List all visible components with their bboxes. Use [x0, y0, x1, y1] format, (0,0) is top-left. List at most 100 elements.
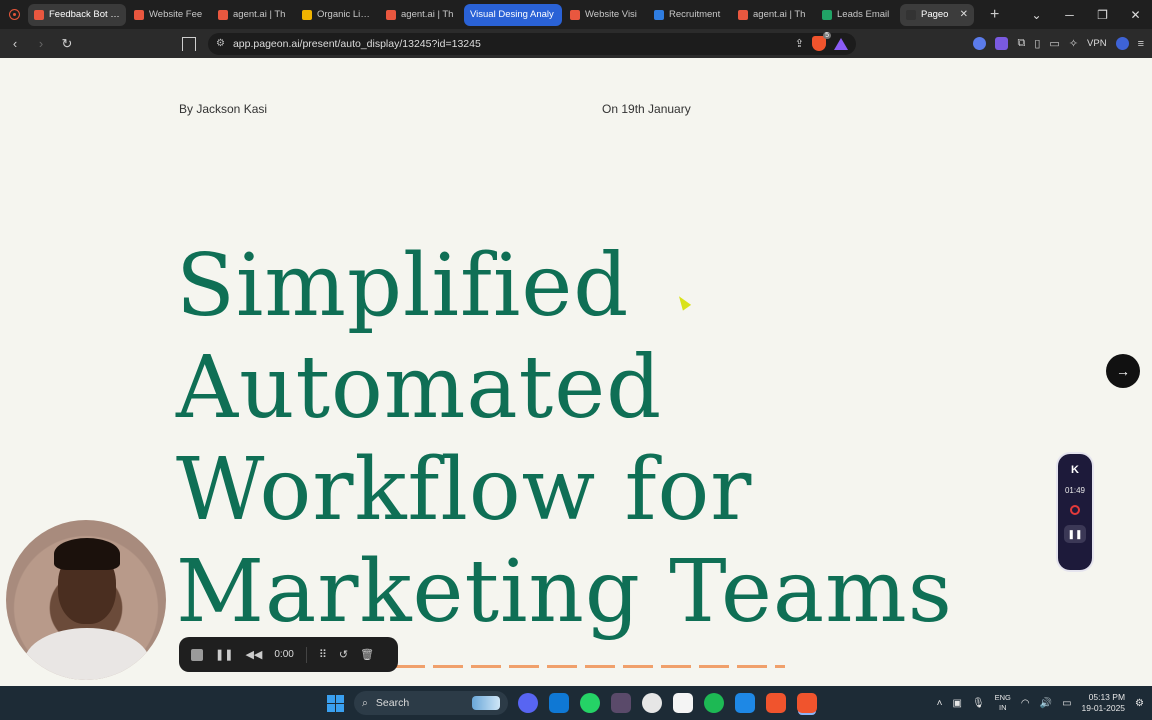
- brave-active-icon[interactable]: [797, 693, 817, 713]
- vpn-button[interactable]: VPN: [1087, 38, 1107, 49]
- rewind-button[interactable]: ◀◀: [245, 648, 262, 661]
- webcam-bubble[interactable]: [6, 520, 166, 680]
- browser-menu-icon[interactable]: [0, 0, 28, 29]
- search-highlight-icon: [472, 696, 500, 710]
- extension-2-icon[interactable]: [995, 37, 1009, 50]
- start-button[interactable]: [327, 694, 344, 712]
- reload-button[interactable]: ↻: [56, 36, 78, 52]
- tab-label: agent.ai | Th: [233, 9, 286, 20]
- tab-favicon-icon: [386, 9, 396, 20]
- leo-ai-icon[interactable]: ✧: [1069, 37, 1078, 50]
- tray-app-icon[interactable]: ▣: [952, 698, 961, 709]
- chatgpt-icon[interactable]: [642, 693, 662, 713]
- browser-tab[interactable]: Leads Email: [816, 4, 898, 26]
- address-bar[interactable]: ⚙ app.pageon.ai/present/auto_display/132…: [208, 32, 856, 55]
- tab-list-chevron-icon[interactable]: ⌄: [1020, 8, 1053, 22]
- browser-tab-strip: Feedback Bot (JSON Website Fee agent.ai | …: [0, 0, 1152, 29]
- shield-count-badge: 5: [823, 32, 831, 39]
- browser-menu-button[interactable]: ≡: [1138, 38, 1144, 50]
- browser-tab[interactable]: agent.ai | Th: [380, 4, 462, 26]
- search-label: Search: [375, 697, 410, 709]
- profile-avatar[interactable]: [1115, 37, 1129, 50]
- url-text: app.pageon.ai/present/auto_display/13245…: [232, 37, 481, 50]
- tab-label: Visual Desing Analy: [470, 9, 554, 20]
- back-button[interactable]: ‹: [4, 36, 26, 51]
- minimize-button[interactable]: ─: [1053, 8, 1086, 22]
- tab-label: agent.ai | Th: [753, 9, 806, 20]
- search-icon: ⌕: [362, 696, 368, 709]
- language-indicator[interactable]: ENG IN: [995, 693, 1011, 713]
- volume-icon[interactable]: 🔊: [1040, 698, 1052, 709]
- bookmark-icon[interactable]: [182, 36, 196, 51]
- microphone-icon[interactable]: 🎙: [972, 698, 985, 709]
- browser-tab[interactable]: Website Fee: [128, 4, 210, 26]
- browser-tab[interactable]: Recruitment: [648, 4, 730, 26]
- vscode-icon[interactable]: [735, 693, 755, 713]
- extensions-puzzle-icon[interactable]: ⧉: [1017, 37, 1025, 50]
- taskbar-clock[interactable]: 05:13 PM 19-01-2025: [1082, 692, 1125, 714]
- pause-button[interactable]: ❚❚: [215, 648, 233, 661]
- maximize-button[interactable]: ❐: [1086, 8, 1119, 22]
- forward-button[interactable]: ›: [30, 36, 52, 51]
- tab-label: Website Fee: [149, 9, 203, 20]
- wallet-icon[interactable]: ▭: [1049, 37, 1059, 50]
- recording-controls-bar: ❚❚ ◀◀ 0:00 ⠿ ↺ 🗑: [179, 637, 398, 672]
- recorder-timer: 01:49: [1064, 486, 1086, 495]
- pinned-apps: [518, 693, 817, 713]
- browser-tab[interactable]: Website Visi: [564, 4, 646, 26]
- brave-rewards-icon[interactable]: [834, 37, 848, 50]
- next-slide-button[interactable]: →: [1106, 354, 1140, 388]
- whatsapp-icon[interactable]: [580, 693, 600, 713]
- snipping-tool-icon[interactable]: [611, 693, 631, 713]
- stop-button[interactable]: [191, 648, 203, 661]
- tab-favicon-icon: [822, 9, 832, 20]
- tab-favicon-icon: [34, 9, 44, 20]
- tab-label: Feedback Bot (JSON: [49, 9, 120, 20]
- title-line: Automated: [176, 338, 663, 438]
- browser-tab[interactable]: agent.ai | Th: [212, 4, 294, 26]
- share-icon[interactable]: ⇪: [795, 37, 804, 50]
- new-tab-button[interactable]: +: [990, 6, 999, 24]
- sidebar-icon[interactable]: ▯: [1034, 37, 1040, 50]
- title-line: Marketing Teams: [176, 542, 953, 642]
- window-controls: ⌄ ─ ❐ ✕: [1020, 0, 1152, 29]
- browser-toolbar: ‹ › ↻ ⚙ app.pageon.ai/present/auto_displ…: [0, 29, 1152, 58]
- tab-favicon-icon: [302, 9, 312, 20]
- author-byline: By Jackson Kasi: [179, 102, 268, 116]
- outlook-icon[interactable]: [549, 693, 569, 713]
- tab-label: Pageo: [921, 9, 949, 20]
- tab-label: Leads Email: [837, 9, 890, 20]
- delete-icon[interactable]: 🗑: [360, 648, 374, 661]
- tray-overflow-icon[interactable]: ˄: [937, 698, 943, 709]
- close-window-button[interactable]: ✕: [1119, 8, 1152, 22]
- restart-icon[interactable]: ↺: [339, 648, 348, 661]
- tab-favicon-icon: [134, 9, 144, 20]
- browser-tab[interactable]: Organic Livin: [296, 4, 378, 26]
- brave-icon[interactable]: [766, 693, 786, 713]
- tab-favicon-icon: [654, 9, 664, 20]
- close-tab-icon[interactable]: ✕: [960, 9, 968, 20]
- os-taskbar: ⌕ Search ˄ ▣ 🎙 ENG IN ◠ 🔊 ▭ 05:13 PM 19-…: [0, 686, 1152, 720]
- extension-1-icon[interactable]: [973, 37, 987, 50]
- wifi-icon[interactable]: ◠: [1021, 698, 1030, 709]
- browser-tab[interactable]: Visual Desing Analy: [464, 3, 562, 26]
- recorder-pause-button[interactable]: ❚❚: [1064, 525, 1086, 543]
- browser-tab[interactable]: agent.ai | Th: [732, 4, 814, 26]
- notification-icon[interactable]: ⚙: [1135, 698, 1144, 709]
- record-icon[interactable]: [1070, 505, 1080, 515]
- spotify-icon[interactable]: [704, 693, 724, 713]
- taskbar-search[interactable]: ⌕ Search: [354, 691, 508, 715]
- tab-label: Organic Livin: [317, 9, 372, 20]
- toolbar-extensions: ⧉ ▯ ▭ ✧ VPN ≡: [973, 29, 1144, 58]
- browser-tab[interactable]: Pageo ✕: [900, 3, 974, 26]
- tab-favicon-icon: [570, 9, 580, 20]
- site-info-icon[interactable]: ⚙: [216, 38, 225, 49]
- recorder-logo-icon: K: [1071, 464, 1079, 476]
- browser-tab[interactable]: Feedback Bot (JSON: [28, 3, 126, 26]
- drag-handle-icon[interactable]: ⠿: [319, 648, 327, 661]
- discord-icon[interactable]: [518, 693, 538, 713]
- brave-shield-icon[interactable]: 5: [812, 32, 831, 51]
- clickup-icon[interactable]: [673, 693, 693, 713]
- battery-icon[interactable]: ▭: [1062, 698, 1071, 709]
- playback-time: 0:00: [274, 649, 294, 660]
